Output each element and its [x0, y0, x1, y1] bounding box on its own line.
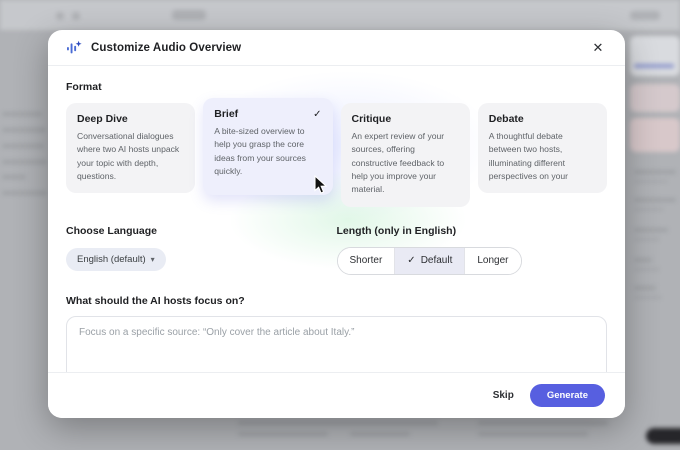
blurred-list-line [634, 228, 668, 232]
blurred-sidebar-line [2, 144, 44, 148]
segment-label: Default [421, 255, 453, 266]
blurred-bottom-line [350, 432, 410, 436]
blurred-sidebar-line [2, 191, 47, 195]
card-title: Deep Dive [77, 113, 128, 125]
generate-button[interactable]: Generate [530, 384, 605, 407]
length-segmented-control: Shorter ✓ Default Longer [337, 247, 522, 275]
language-dropdown[interactable]: English (default) ▾ [66, 248, 166, 271]
skip-button[interactable]: Skip [493, 390, 514, 401]
length-option-shorter[interactable]: Shorter [338, 248, 395, 274]
card-description: Conversational dialogues where two AI ho… [77, 130, 184, 183]
length-option-longer[interactable]: Longer [464, 248, 520, 274]
length-column: Length (only in English) Shorter ✓ Defau… [337, 225, 608, 275]
format-card-debate[interactable]: Debate A thoughtful debate between two h… [478, 103, 607, 193]
language-section-label: Choose Language [66, 225, 337, 237]
blurred-list-line [634, 286, 656, 290]
blurred-list-line [634, 258, 652, 262]
blurred-nav-dot [56, 12, 64, 20]
blurred-sidebar-line [2, 160, 47, 164]
blurred-sidebar-line [2, 175, 26, 179]
blurred-list-line [634, 170, 676, 174]
options-row: Choose Language English (default) ▾ Leng… [66, 225, 607, 275]
blurred-nav-dot [72, 12, 80, 20]
customize-audio-overview-dialog: Customize Audio Overview ✕ Format Deep D… [48, 30, 625, 418]
focus-section-label: What should the AI hosts focus on? [66, 295, 607, 307]
blurred-list-line [634, 198, 676, 202]
dialog-footer: Skip Generate [48, 372, 625, 418]
dialog-body: Format Deep Dive Conversational dialogue… [48, 81, 625, 382]
card-title: Critique [352, 113, 392, 125]
card-title: Brief [214, 108, 238, 120]
blurred-panel-card [630, 84, 680, 112]
blurred-panel-accent [634, 64, 674, 68]
card-description: A thoughtful debate between two hosts, i… [489, 130, 596, 183]
dialog-header: Customize Audio Overview ✕ [48, 30, 625, 66]
format-card-critique[interactable]: Critique An expert review of your source… [341, 103, 470, 207]
check-icon: ✓ [407, 255, 415, 266]
chevron-down-icon: ▾ [151, 255, 155, 264]
card-description: An expert review of your sources, offeri… [352, 130, 459, 197]
segment-label: Shorter [350, 255, 383, 266]
blurred-list-line [634, 208, 664, 211]
blurred-header-chip [630, 11, 660, 20]
blurred-sidebar-line [2, 112, 42, 116]
blurred-bottom-line [238, 421, 438, 425]
format-cards-row: Deep Dive Conversational dialogues where… [66, 103, 607, 207]
blurred-bottom-line [238, 432, 328, 436]
audio-waveform-sparkle-icon [66, 40, 82, 56]
blurred-panel-card [630, 36, 680, 76]
length-section-label: Length (only in English) [337, 225, 608, 237]
blurred-bottom-line [478, 421, 608, 425]
language-column: Choose Language English (default) ▾ [66, 225, 337, 275]
blurred-list-line [634, 296, 662, 299]
length-option-default[interactable]: ✓ Default [394, 248, 464, 274]
check-icon: ✓ [313, 109, 321, 120]
segment-label: Longer [477, 255, 508, 266]
blurred-list-line [634, 268, 660, 271]
format-card-brief[interactable]: Brief ✓ A bite-sized overview to help yo… [203, 98, 332, 195]
blurred-sidebar-line [2, 128, 46, 132]
blurred-watermark-pill [646, 428, 680, 444]
blurred-list-line [634, 180, 668, 183]
dialog-title: Customize Audio Overview [91, 42, 241, 54]
language-selected-value: English (default) [77, 254, 146, 265]
format-card-deep-dive[interactable]: Deep Dive Conversational dialogues where… [66, 103, 195, 193]
blurred-title-chip [172, 10, 206, 20]
card-title: Debate [489, 113, 524, 125]
format-section-label: Format [66, 81, 607, 93]
card-description: A bite-sized overview to help you grasp … [214, 125, 321, 178]
blurred-bottom-line [478, 432, 588, 436]
blurred-top-bar [0, 0, 680, 30]
blurred-panel-card [630, 118, 680, 152]
close-icon[interactable]: ✕ [589, 39, 607, 57]
blurred-list-line [634, 238, 660, 241]
